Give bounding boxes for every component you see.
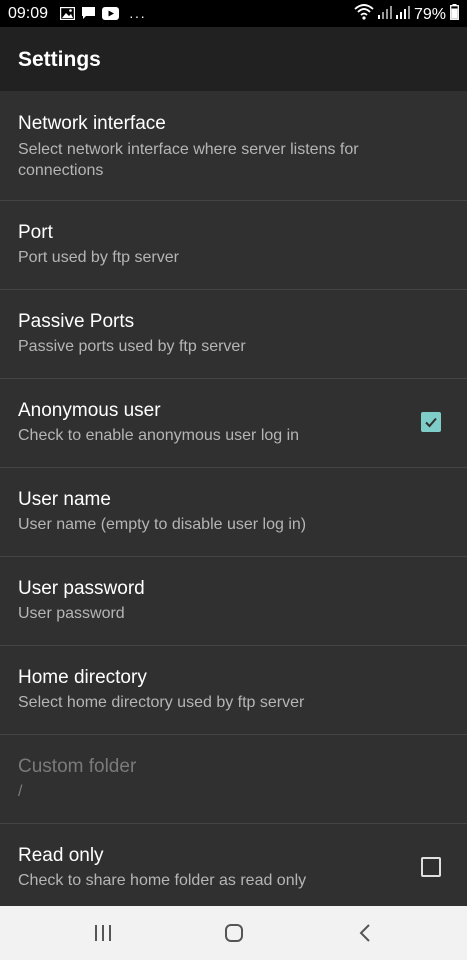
preference-list: Network interface Select network interfa…	[0, 91, 467, 906]
pref-summary: Check to share home folder as read only	[18, 872, 307, 889]
navigation-bar	[0, 906, 467, 960]
anonymous-user-checkbox[interactable]	[421, 412, 441, 432]
check-icon	[425, 417, 437, 428]
screen: 09:09 ··· 79% Settings Network interface…	[0, 0, 467, 960]
pref-summary: Check to enable anonymous user log in	[18, 427, 300, 444]
pref-title: Read only	[18, 845, 104, 866]
status-notification-icons: ···	[59, 6, 146, 25]
pref-user-password[interactable]: User password User password	[0, 557, 467, 646]
pref-summary: Port used by ftp server	[18, 249, 179, 266]
pref-title: Home directory	[18, 667, 147, 688]
pref-title: Anonymous user	[18, 400, 161, 421]
recents-icon[interactable]	[88, 918, 118, 948]
pref-title: User password	[18, 578, 145, 599]
signal-icon	[377, 5, 392, 24]
message-icon	[81, 6, 96, 25]
pref-summary: Passive ports used by ftp server	[18, 338, 246, 355]
status-system-icons: 79%	[354, 4, 459, 25]
status-time: 09:09	[8, 5, 49, 22]
overflow-dots: ···	[129, 7, 146, 24]
pref-title: Port	[18, 222, 53, 243]
pref-summary: User password	[18, 605, 125, 622]
pref-port[interactable]: Port Port used by ftp server	[0, 201, 467, 290]
pref-home-directory[interactable]: Home directory Select home directory use…	[0, 646, 467, 735]
signal-icon	[395, 5, 410, 24]
pref-summary: /	[18, 783, 23, 800]
pref-passive-ports[interactable]: Passive Ports Passive ports used by ftp …	[0, 290, 467, 379]
pref-network-interface[interactable]: Network interface Select network interfa…	[0, 91, 467, 201]
home-icon[interactable]	[219, 918, 249, 948]
gallery-icon	[59, 6, 76, 25]
pref-summary: Select home directory used by ftp server	[18, 694, 305, 711]
pref-title: Custom folder	[18, 756, 137, 777]
youtube-icon	[102, 6, 119, 25]
pref-custom-folder: Custom folder /	[0, 735, 467, 824]
pref-user-name[interactable]: User name User name (empty to disable us…	[0, 468, 467, 557]
wifi-icon	[354, 4, 374, 25]
app-bar: Settings	[0, 27, 467, 91]
pref-title: Network interface	[18, 113, 166, 134]
back-icon[interactable]	[350, 918, 380, 948]
battery-icon	[450, 4, 459, 25]
battery-percent: 79%	[413, 5, 446, 23]
pref-summary: User name (empty to disable user log in)	[18, 516, 307, 533]
status-bar: 09:09 ··· 79%	[0, 0, 467, 27]
page-title: Settings	[18, 48, 101, 71]
read-only-checkbox[interactable]	[421, 857, 441, 877]
pref-title: User name	[18, 489, 111, 510]
pref-anonymous-user[interactable]: Anonymous user Check to enable anonymous…	[0, 379, 467, 468]
pref-read-only[interactable]: Read only Check to share home folder as …	[0, 824, 467, 906]
pref-title: Passive Ports	[18, 311, 135, 332]
pref-summary: Select network interface where server li…	[18, 141, 359, 179]
